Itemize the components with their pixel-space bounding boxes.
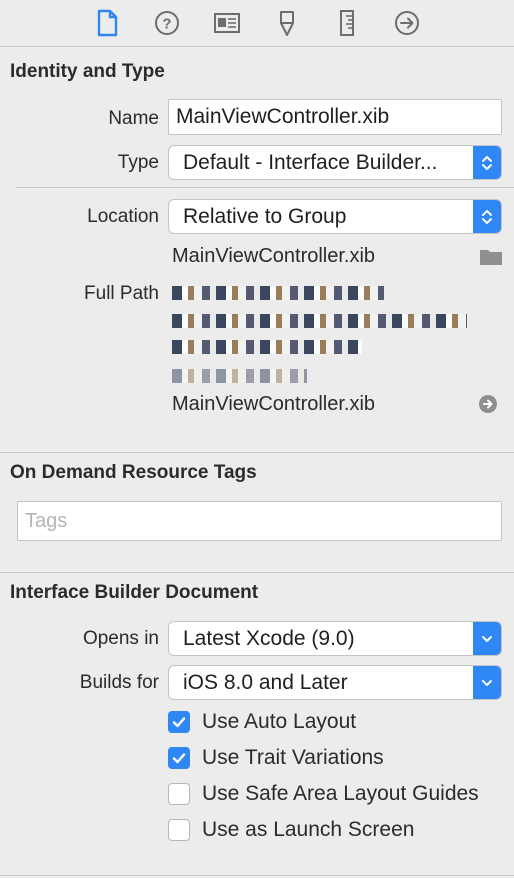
use-as-launch-screen-label: Use as Launch Screen xyxy=(202,818,415,841)
tab-connections-inspector[interactable] xyxy=(377,0,437,46)
divider xyxy=(0,875,514,876)
tab-quick-help[interactable]: ? xyxy=(137,0,197,46)
use-safe-area-label: Use Safe Area Layout Guides xyxy=(202,782,479,805)
redacted-path-line xyxy=(172,340,362,354)
builds-for-value: iOS 8.0 and Later xyxy=(183,670,348,694)
checkmark-icon xyxy=(168,711,190,733)
chevron-down-icon xyxy=(473,666,501,699)
builds-for-popup[interactable]: iOS 8.0 and Later xyxy=(168,665,502,700)
location-popup-value: Relative to Group xyxy=(183,204,347,228)
attributes-icon xyxy=(280,11,294,36)
redacted-path-line xyxy=(172,286,384,300)
divider xyxy=(0,572,514,573)
opens-in-value: Latest Xcode (9.0) xyxy=(183,626,355,650)
builds-for-label: Builds for xyxy=(79,672,159,693)
use-trait-variations-label: Use Trait Variations xyxy=(202,746,384,769)
type-label: Type xyxy=(117,152,159,173)
chevron-down-icon xyxy=(473,622,501,655)
tab-file-inspector[interactable] xyxy=(77,0,137,46)
name-label: Name xyxy=(108,108,159,129)
inspector-tab-bar: ? xyxy=(0,0,514,46)
tab-attributes-inspector[interactable] xyxy=(257,0,317,46)
redacted-path-line xyxy=(172,369,307,383)
help-icon: ? xyxy=(155,11,179,35)
reveal-arrow-icon[interactable] xyxy=(478,394,498,414)
location-label: Location xyxy=(87,206,159,227)
checkbox-box xyxy=(168,819,190,841)
ruler-icon xyxy=(340,10,354,36)
folder-icon[interactable] xyxy=(479,246,503,266)
type-popup[interactable]: Default - Interface Builder... xyxy=(168,145,502,180)
file-icon xyxy=(97,9,118,37)
full-path-file-name: MainViewController.xib xyxy=(172,393,376,415)
full-path-label: Full Path xyxy=(84,283,159,304)
name-field[interactable]: MainViewController.xib xyxy=(168,99,502,135)
svg-text:?: ? xyxy=(162,16,171,33)
section-title-identity: Identity and Type xyxy=(10,61,165,82)
tab-identity-inspector[interactable] xyxy=(197,0,257,46)
section-title-ib-document: Interface Builder Document xyxy=(10,582,259,603)
tags-field[interactable]: Tags xyxy=(17,501,502,541)
divider xyxy=(0,452,514,453)
updown-chevron-icon xyxy=(473,146,501,179)
divider xyxy=(0,46,514,47)
section-title-tags: On Demand Resource Tags xyxy=(10,462,257,483)
divider xyxy=(16,187,514,188)
type-popup-value: Default - Interface Builder... xyxy=(183,150,438,174)
location-file-name: MainViewController.xib xyxy=(172,245,376,267)
opens-in-popup[interactable]: Latest Xcode (9.0) xyxy=(168,621,502,656)
use-as-launch-screen-checkbox[interactable]: Use as Launch Screen xyxy=(168,817,414,843)
checkbox-box xyxy=(168,783,190,805)
location-popup[interactable]: Relative to Group xyxy=(168,199,502,234)
updown-chevron-icon xyxy=(473,200,501,233)
use-safe-area-checkbox[interactable]: Use Safe Area Layout Guides xyxy=(168,781,479,807)
connections-icon xyxy=(395,11,419,35)
redacted-path-line xyxy=(172,314,467,328)
use-auto-layout-label: Use Auto Layout xyxy=(202,710,357,733)
use-trait-variations-checkbox[interactable]: Use Trait Variations xyxy=(168,745,384,771)
checkmark-icon xyxy=(168,747,190,769)
identity-card-icon xyxy=(214,13,240,33)
use-auto-layout-checkbox[interactable]: Use Auto Layout xyxy=(168,709,356,735)
opens-in-label: Opens in xyxy=(82,628,159,649)
tab-size-inspector[interactable] xyxy=(317,0,377,46)
